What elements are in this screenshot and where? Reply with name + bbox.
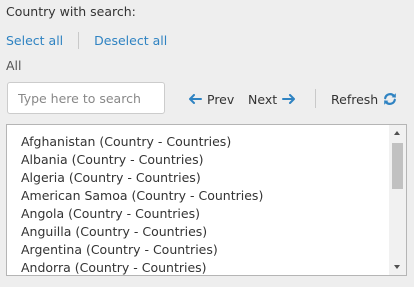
selection-links: Select all Deselect all xyxy=(6,31,167,49)
refresh-button[interactable]: Refresh xyxy=(331,90,397,108)
vertical-scrollbar[interactable] xyxy=(389,125,406,275)
arrow-right-icon xyxy=(282,94,296,104)
list-item[interactable]: Albania (Country - Countries) xyxy=(21,151,263,169)
divider xyxy=(78,31,80,49)
refresh-icon xyxy=(384,93,397,105)
list-item[interactable]: Argentina (Country - Countries) xyxy=(21,241,263,259)
prev-label: Prev xyxy=(207,91,235,107)
list-item[interactable]: American Samoa (Country - Countries) xyxy=(21,187,263,205)
select-all-link[interactable]: Select all xyxy=(6,33,63,48)
filter-label: All xyxy=(6,58,22,73)
scroll-down-arrow-icon[interactable] xyxy=(389,259,406,275)
refresh-label: Refresh xyxy=(331,91,379,107)
scroll-up-arrow-icon[interactable] xyxy=(389,125,406,141)
next-button[interactable]: Next xyxy=(248,90,296,108)
list-item[interactable]: Algeria (Country - Countries) xyxy=(21,169,263,187)
toolbar-divider xyxy=(315,89,316,108)
list-item[interactable]: Angola (Country - Countries) xyxy=(21,205,263,223)
list-item[interactable]: Afghanistan (Country - Countries) xyxy=(21,133,263,151)
country-list: Afghanistan (Country - Countries) Albani… xyxy=(21,133,263,275)
list-item[interactable]: Andorra (Country - Countries) xyxy=(21,259,263,275)
search-input[interactable] xyxy=(7,82,165,114)
deselect-all-link[interactable]: Deselect all xyxy=(94,33,167,48)
field-title: Country with search: xyxy=(6,4,136,19)
next-label: Next xyxy=(248,91,278,107)
arrow-left-icon xyxy=(189,94,202,104)
scrollbar-thumb[interactable] xyxy=(392,143,403,189)
prev-button[interactable]: Prev xyxy=(188,90,234,108)
country-listbox[interactable]: Afghanistan (Country - Countries) Albani… xyxy=(6,124,407,276)
list-item[interactable]: Anguilla (Country - Countries) xyxy=(21,223,263,241)
